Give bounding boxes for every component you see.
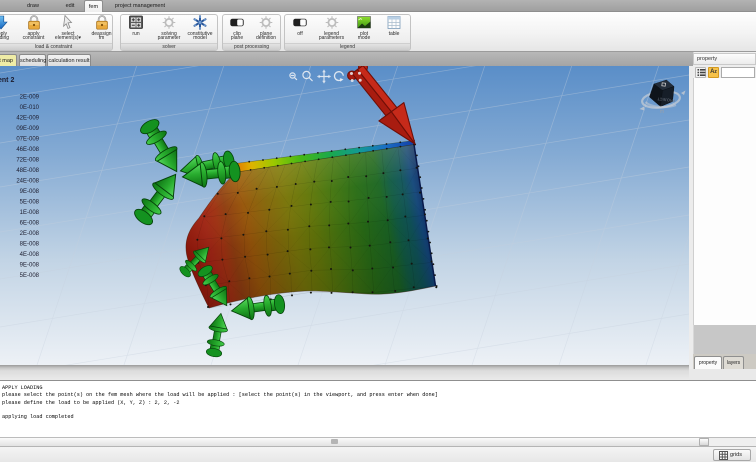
svg-text:9E-008: 9E-008	[20, 263, 40, 269]
svg-text:2E-009: 2E-009	[20, 95, 40, 101]
svg-text:09E-009: 09E-009	[16, 126, 39, 132]
svg-text:ent 2: ent 2	[0, 77, 14, 84]
svg-text:8E-008: 8E-008	[20, 242, 40, 248]
svg-text:4E-008: 4E-008	[20, 252, 40, 258]
svg-text:07E-009: 07E-009	[16, 137, 39, 143]
svg-text:5E-008: 5E-008	[20, 273, 40, 279]
svg-text:1E-008: 1E-008	[20, 210, 40, 216]
svg-text:46E-008: 46E-008	[16, 147, 39, 153]
svg-text:2E-008: 2E-008	[20, 231, 40, 237]
svg-text:0E-010: 0E-010	[20, 105, 40, 111]
svg-text:m: m	[660, 109, 664, 115]
svg-text:48E-008: 48E-008	[16, 168, 39, 174]
svg-text:24E-008: 24E-008	[16, 179, 39, 185]
svg-text:42E-009: 42E-009	[16, 116, 39, 122]
svg-text:6E-008: 6E-008	[20, 221, 40, 227]
svg-text:5E-008: 5E-008	[20, 200, 40, 206]
svg-text:9E-008: 9E-008	[20, 189, 40, 195]
svg-text:72E-008: 72E-008	[16, 158, 39, 164]
